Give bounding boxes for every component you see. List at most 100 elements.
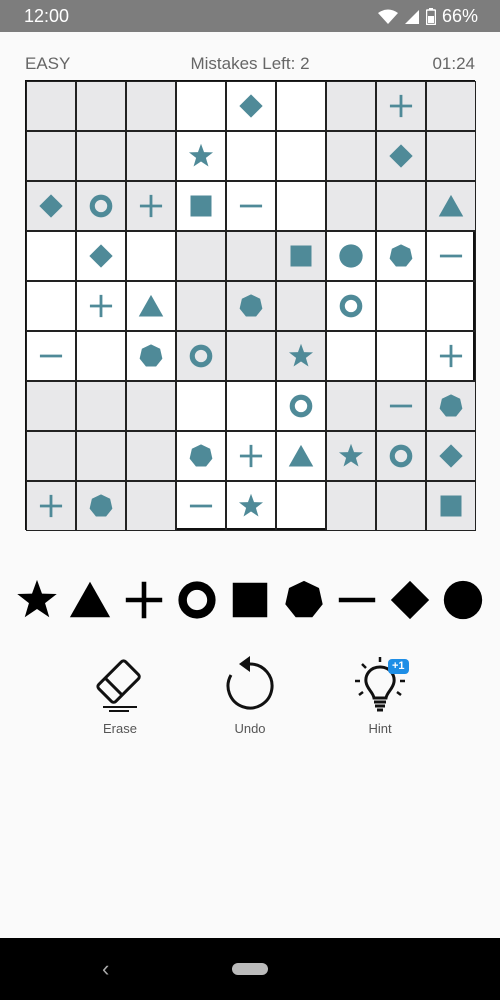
board-cell[interactable] <box>176 431 226 481</box>
board-cell[interactable] <box>276 381 326 431</box>
palette-minus-button[interactable] <box>332 575 382 625</box>
board-cell[interactable] <box>176 481 226 531</box>
board-cell[interactable] <box>76 81 126 131</box>
board-cell[interactable] <box>26 231 76 281</box>
board-cell[interactable] <box>426 81 476 131</box>
board-cell[interactable] <box>326 131 376 181</box>
board-cell[interactable] <box>276 131 326 181</box>
board-cell[interactable] <box>26 81 76 131</box>
board-cell[interactable] <box>276 481 326 531</box>
erase-button[interactable]: Erase <box>75 655 165 745</box>
board-cell[interactable] <box>176 131 226 181</box>
plus-icon <box>39 494 63 518</box>
ring-icon <box>189 344 213 368</box>
board-cell[interactable] <box>376 131 426 181</box>
board-cell[interactable] <box>126 181 176 231</box>
board-cell[interactable] <box>376 481 426 531</box>
board-cell[interactable] <box>326 331 376 381</box>
board-cell[interactable] <box>376 381 426 431</box>
board-cell[interactable] <box>426 431 476 481</box>
board-cell[interactable] <box>426 281 476 331</box>
palette-star-button[interactable] <box>12 575 62 625</box>
board-cell[interactable] <box>176 331 226 381</box>
board-cell[interactable] <box>326 481 376 531</box>
board-cell[interactable] <box>376 181 426 231</box>
board-cell[interactable] <box>26 381 76 431</box>
board-cell[interactable] <box>176 181 226 231</box>
board-cell[interactable] <box>226 381 276 431</box>
board-cell[interactable] <box>126 331 176 381</box>
board-cell[interactable] <box>276 181 326 231</box>
board-cell[interactable] <box>176 281 226 331</box>
board-cell[interactable] <box>226 431 276 481</box>
board-cell[interactable] <box>226 231 276 281</box>
board-cell[interactable] <box>26 131 76 181</box>
board-cell[interactable] <box>226 481 276 531</box>
palette-square-button[interactable] <box>225 575 275 625</box>
ring-icon <box>289 394 313 418</box>
undo-button[interactable]: Undo <box>205 655 295 745</box>
board-cell[interactable] <box>376 81 426 131</box>
board-cell[interactable] <box>426 481 476 531</box>
board-cell[interactable] <box>76 181 126 231</box>
back-icon[interactable]: ‹ <box>102 956 109 982</box>
board-cell[interactable] <box>126 131 176 181</box>
board-cell[interactable] <box>76 231 126 281</box>
palette-diamond-button[interactable] <box>385 575 435 625</box>
board-cell[interactable] <box>226 131 276 181</box>
board-cell[interactable] <box>276 281 326 331</box>
palette-ring-button[interactable] <box>172 575 222 625</box>
palette-triangle-button[interactable] <box>65 575 115 625</box>
board-cell[interactable] <box>426 331 476 381</box>
board-cell[interactable] <box>426 181 476 231</box>
board-cell[interactable] <box>426 231 476 281</box>
star-icon <box>188 143 214 167</box>
board-cell[interactable] <box>326 231 376 281</box>
board-cell[interactable] <box>126 81 176 131</box>
board-cell[interactable] <box>226 331 276 381</box>
board-cell[interactable] <box>326 281 376 331</box>
board-cell[interactable] <box>326 181 376 231</box>
palette-plus-button[interactable] <box>119 575 169 625</box>
board-cell[interactable] <box>426 131 476 181</box>
board-cell[interactable] <box>126 281 176 331</box>
board-cell[interactable] <box>26 431 76 481</box>
board-cell[interactable] <box>376 281 426 331</box>
board-cell[interactable] <box>26 331 76 381</box>
board-cell[interactable] <box>76 131 126 181</box>
palette-circle-button[interactable] <box>438 575 488 625</box>
board-cell[interactable] <box>226 181 276 231</box>
board-cell[interactable] <box>276 331 326 381</box>
palette-heptagon-button[interactable] <box>279 575 329 625</box>
board-cell[interactable] <box>126 481 176 531</box>
board-cell[interactable] <box>176 381 226 431</box>
board-cell[interactable] <box>276 231 326 281</box>
board-cell[interactable] <box>376 431 426 481</box>
board-cell[interactable] <box>276 81 326 131</box>
board-cell[interactable] <box>26 281 76 331</box>
board-cell[interactable] <box>26 481 76 531</box>
board-cell[interactable] <box>76 381 126 431</box>
board-cell[interactable] <box>226 81 276 131</box>
board-cell[interactable] <box>176 81 226 131</box>
board-cell[interactable] <box>126 231 176 281</box>
ring-icon <box>389 444 413 468</box>
board-cell[interactable] <box>376 231 426 281</box>
board-cell[interactable] <box>326 431 376 481</box>
board-cell[interactable] <box>76 431 126 481</box>
home-pill[interactable] <box>232 963 268 975</box>
board-cell[interactable] <box>426 381 476 431</box>
board-cell[interactable] <box>126 381 176 431</box>
board-cell[interactable] <box>376 331 426 381</box>
board-cell[interactable] <box>176 231 226 281</box>
board-cell[interactable] <box>126 431 176 481</box>
board-cell[interactable] <box>326 81 376 131</box>
board-cell[interactable] <box>226 281 276 331</box>
board-cell[interactable] <box>76 481 126 531</box>
board-cell[interactable] <box>76 281 126 331</box>
board-cell[interactable] <box>326 381 376 431</box>
hint-button[interactable]: +1 Hint <box>335 655 425 745</box>
board-cell[interactable] <box>26 181 76 231</box>
board-cell[interactable] <box>76 331 126 381</box>
board-cell[interactable] <box>276 431 326 481</box>
